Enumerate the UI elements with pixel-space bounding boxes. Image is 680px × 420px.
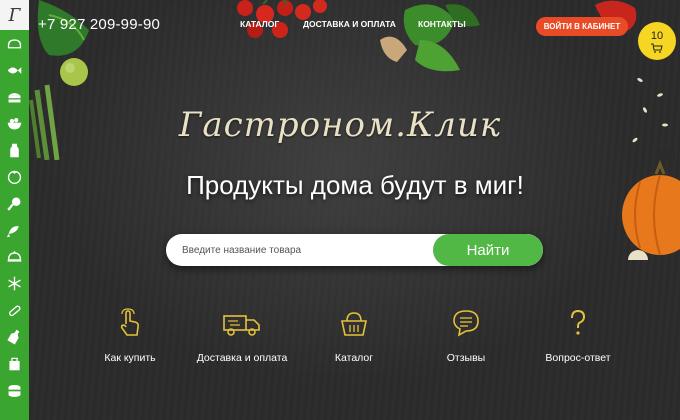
- search-button[interactable]: Найти: [433, 234, 543, 266]
- nav-delivery-link[interactable]: ДОСТАВКА И ОПЛАТА: [303, 19, 396, 29]
- bread-icon[interactable]: [0, 30, 29, 57]
- hero-headline: Продукты дома будут в миг!: [186, 170, 524, 200]
- hand-click-icon: [120, 308, 139, 336]
- product-search: Найти: [166, 234, 543, 266]
- feature-faq[interactable]: Вопрос-ответ: [528, 308, 628, 365]
- login-button[interactable]: ВОЙТИ В КАБИНЕТ: [536, 17, 628, 36]
- basil-decoration: [380, 4, 480, 72]
- cart-button[interactable]: 10: [638, 22, 676, 60]
- truck-icon: [223, 315, 260, 336]
- cloche-icon[interactable]: [0, 244, 29, 271]
- feature-reviews[interactable]: Отзывы: [416, 308, 516, 365]
- feature-label: Каталог: [334, 352, 374, 364]
- search-input[interactable]: [166, 234, 433, 266]
- cart-count: 10: [650, 29, 664, 42]
- basket-icon: [341, 312, 367, 336]
- feature-label: Как купить: [104, 352, 156, 364]
- feature-delivery[interactable]: Доставка и оплата: [192, 308, 292, 365]
- cart-icon: [651, 43, 663, 53]
- feature-label: Доставка и оплата: [196, 352, 288, 364]
- feature-label: Отзывы: [446, 352, 486, 364]
- feature-label: Вопрос-ответ: [545, 352, 611, 364]
- fish-icon[interactable]: [0, 57, 29, 84]
- nav-catalog-link[interactable]: КАТАЛОГ: [240, 19, 279, 29]
- phone-number[interactable]: +7 927 209-99-90: [38, 16, 160, 33]
- nav-contacts-link[interactable]: КОНТАКТЫ: [418, 19, 466, 29]
- fish-icon[interactable]: [0, 217, 29, 244]
- snowflake-icon[interactable]: [0, 270, 29, 297]
- feature-catalog[interactable]: Каталог: [304, 308, 404, 365]
- question-icon: [571, 309, 586, 335]
- feature-how-to-buy[interactable]: Как купить: [80, 308, 180, 365]
- brand-logo-text: Гастроном.Клик: [178, 105, 502, 145]
- sidebar-logo[interactable]: Г: [0, 0, 29, 30]
- chat-icon: [453, 310, 479, 337]
- features-row: Как купить Доставка и оплата Каталог Отз…: [0, 308, 680, 388]
